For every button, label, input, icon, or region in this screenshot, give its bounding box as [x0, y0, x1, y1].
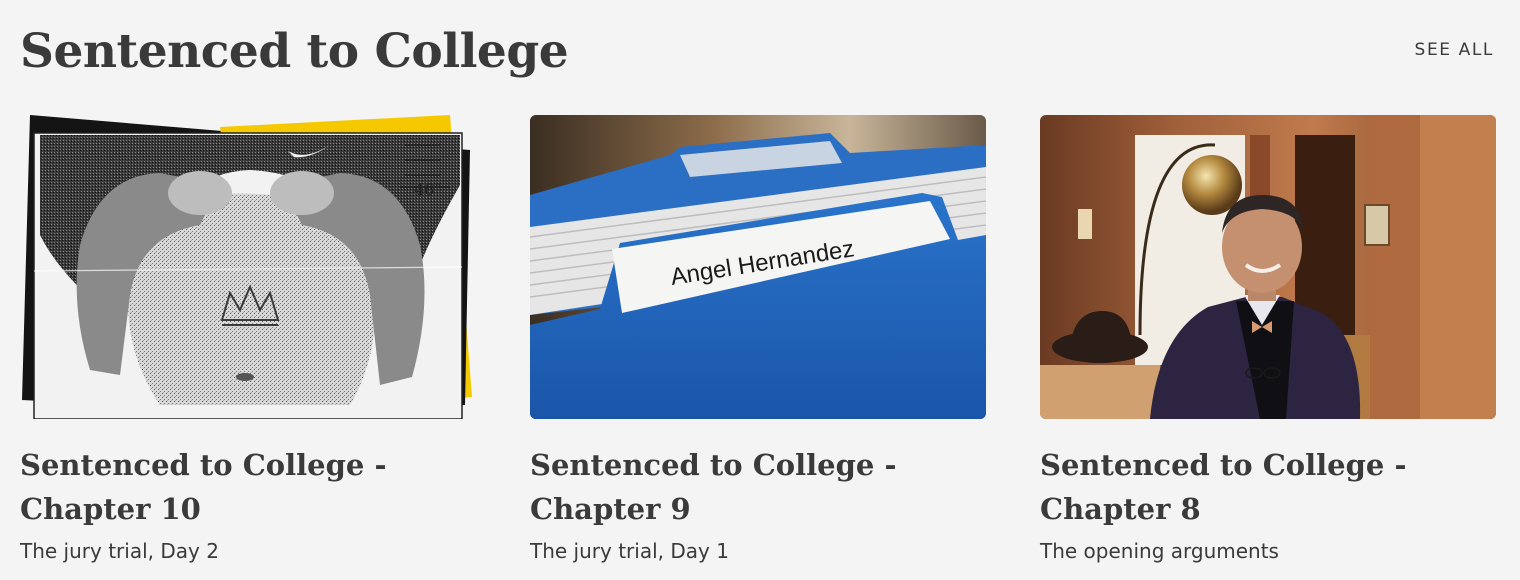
- episode-title[interactable]: Sentenced to College - Chapter 10: [20, 443, 476, 531]
- file-folder-image: Angel Hernandez: [530, 115, 986, 419]
- see-all-link[interactable]: SEE ALL: [1415, 40, 1494, 60]
- episode-thumbnail[interactable]: [1040, 115, 1496, 419]
- episode-title-line2: Chapter 8: [1040, 492, 1201, 526]
- episode-title[interactable]: Sentenced to College - Chapter 8: [1040, 443, 1496, 531]
- episode-card-chapter-10[interactable]: 46" Sentenced to College - Chapter 10 Th…: [20, 115, 476, 563]
- episode-card-chapter-8[interactable]: Sentenced to College - Chapter 8 The ope…: [1040, 115, 1496, 563]
- episode-thumbnail[interactable]: Angel Hernandez: [530, 115, 986, 419]
- portrait-photo-image: [1040, 115, 1496, 419]
- episode-subtitle: The opening arguments: [1040, 539, 1279, 563]
- episode-card-chapter-9[interactable]: Angel Hernandez Sentenced to College - C…: [530, 115, 986, 563]
- ruler-mark-label: 46": [414, 180, 442, 199]
- episode-subtitle: The jury trial, Day 2: [20, 539, 219, 563]
- episode-title-line2: Chapter 9: [530, 492, 691, 526]
- episode-title[interactable]: Sentenced to College - Chapter 9: [530, 443, 986, 531]
- episode-thumbnail[interactable]: 46": [20, 115, 476, 419]
- episode-title-line1: Sentenced to College -: [530, 448, 897, 482]
- section-title: Sentenced to College: [20, 24, 569, 79]
- episode-title-line1: Sentenced to College -: [20, 448, 387, 482]
- episode-title-line1: Sentenced to College -: [1040, 448, 1407, 482]
- episode-subtitle: The jury trial, Day 1: [530, 539, 729, 563]
- evidence-photo-image: 46": [22, 115, 472, 419]
- episode-title-line2: Chapter 10: [20, 492, 201, 526]
